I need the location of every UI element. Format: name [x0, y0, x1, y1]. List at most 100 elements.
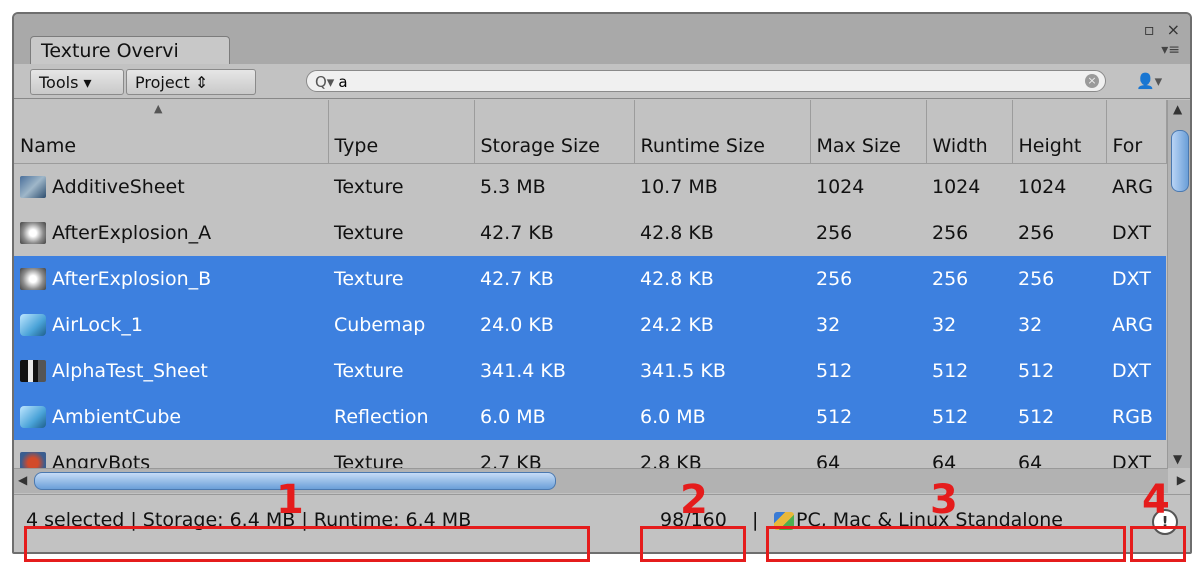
cell-runtime: 42.8 KB — [634, 256, 810, 302]
cell-max: 32 — [810, 302, 926, 348]
cell-max: 512 — [810, 394, 926, 440]
cell-width: 32 — [926, 302, 1012, 348]
column-header-4[interactable]: Max Size — [810, 100, 927, 164]
cell-name: AdditiveSheet — [14, 164, 328, 211]
asset-name: AirLock_1 — [52, 313, 144, 336]
window-buttons: ▫ × — [1132, 20, 1180, 39]
sheet-icon — [20, 176, 46, 199]
explosion-icon — [20, 222, 46, 245]
column-header-0[interactable]: Name ▲ — [14, 100, 329, 164]
table-row[interactable]: AfterExplosion_B Texture 42.7 KB 42.8 KB 256… — [14, 256, 1166, 302]
cell-type: Texture — [328, 256, 474, 302]
cell-storage: 42.7 KB — [480, 222, 554, 244]
cell-height: 512 — [1012, 394, 1106, 440]
cubemap-icon — [20, 314, 46, 337]
column-header-2[interactable]: Storage Size — [474, 100, 635, 164]
cell-width: 1024 — [932, 176, 981, 198]
scroll-up-icon[interactable]: ▲ — [1173, 102, 1182, 116]
callout-label-2: 2 — [680, 477, 708, 523]
tab-bar: Texture Overvi ▫ × ▾≡ — [14, 14, 1190, 64]
cell-max: 256 — [810, 256, 926, 302]
cell-max: 1024 — [816, 176, 865, 198]
table-row[interactable]: AirLock_1 Cubemap 24.0 KB 24.2 KB 32 32 32 ARG — [14, 302, 1166, 348]
cell-height: 256 — [1018, 222, 1055, 244]
callout-box-2 — [640, 526, 746, 562]
table-row[interactable]: AmbientCube Reflection 6.0 MB 6.0 MB 512 512 5… — [14, 394, 1166, 440]
texture-overview-window: Texture Overvi ▫ × ▾≡ Tools ▾ Project ⇕ Q… — [12, 12, 1192, 554]
column-header-5[interactable]: Width — [926, 100, 1013, 164]
asset-name: AfterExplosion_A — [52, 221, 212, 244]
cell-max: 512 — [810, 348, 926, 394]
cell-runtime: 42.8 KB — [640, 222, 714, 244]
cell-height: 256 — [1012, 256, 1106, 302]
cell-runtime: 6.0 MB — [634, 394, 810, 440]
table-row[interactable]: AfterExplosion_A Texture 42.7 KB 42.8 KB 256… — [14, 210, 1166, 256]
cell-format: ARG — [1106, 302, 1166, 348]
cell-width: 512 — [926, 394, 1012, 440]
alpha-sheet-icon — [20, 360, 46, 383]
cell-format: ARG — [1112, 176, 1153, 198]
cell-format: RGB — [1106, 394, 1166, 440]
asset-name: AmbientCube — [52, 405, 182, 428]
cell-height: 512 — [1012, 348, 1106, 394]
cell-type: Cubemap — [328, 302, 474, 348]
explosion-icon — [20, 268, 46, 291]
clear-search-icon[interactable]: × — [1085, 74, 1099, 88]
scroll-down-icon[interactable]: ▼ — [1173, 452, 1182, 466]
callout-label-4: 4 — [1142, 477, 1170, 523]
column-header-1[interactable]: Type — [328, 100, 475, 164]
asset-name: AfterExplosion_B — [52, 267, 212, 290]
callout-label-3: 3 — [930, 477, 958, 523]
cell-type: Texture — [334, 176, 404, 198]
cell-width: 512 — [926, 348, 1012, 394]
cell-name: AlphaTest_Sheet — [14, 348, 328, 394]
cell-width: 256 — [932, 222, 969, 244]
column-header-6[interactable]: Height — [1012, 100, 1107, 164]
cell-name: AirLock_1 — [14, 302, 328, 348]
scroll-right-icon[interactable]: ▶ — [1177, 473, 1186, 487]
tools-dropdown[interactable]: Tools ▾ — [30, 69, 124, 95]
toolbar: Tools ▾ Project ⇕ Q▾ a × 👤▾ — [14, 64, 1190, 99]
callout-label-1: 1 — [276, 477, 304, 523]
close-icon[interactable]: × — [1167, 20, 1180, 39]
search-field[interactable]: Q▾ a × — [306, 70, 1106, 92]
cell-runtime: 341.5 KB — [634, 348, 810, 394]
callout-box-3 — [766, 526, 1126, 562]
cell-height: 32 — [1012, 302, 1106, 348]
cell-name: AfterExplosion_B — [14, 256, 328, 302]
table-row[interactable]: AlphaTest_Sheet Texture 341.4 KB 341.5 KB 51… — [14, 348, 1166, 394]
tab-texture-overview[interactable]: Texture Overvi — [30, 36, 230, 64]
asset-name: AlphaTest_Sheet — [52, 359, 208, 382]
column-header-7[interactable]: For — [1106, 100, 1167, 164]
cubemap-icon — [20, 406, 46, 429]
vertical-scrollbar[interactable]: ▲ ▼ — [1167, 100, 1190, 468]
cell-height: 1024 — [1018, 176, 1067, 198]
cell-type: Reflection — [328, 394, 474, 440]
minimize-icon[interactable]: ▫ — [1144, 20, 1155, 39]
project-dropdown[interactable]: Project ⇕ — [126, 69, 256, 95]
cell-storage: 24.0 KB — [474, 302, 634, 348]
status-separator: | — [752, 509, 759, 531]
menu-icon[interactable]: ▾≡ — [1161, 42, 1180, 58]
table-row[interactable]: AdditiveSheet Texture 5.3 MB 10.7 MB 1024 102… — [14, 164, 1166, 211]
search-icon[interactable]: Q▾ — [315, 73, 334, 91]
asset-name: AdditiveSheet — [52, 175, 185, 198]
cell-format: DXT — [1106, 348, 1166, 394]
search-input[interactable]: a — [338, 73, 347, 91]
column-header-3[interactable]: Runtime Size — [634, 100, 811, 164]
vertical-scroll-thumb[interactable] — [1171, 130, 1189, 192]
header-row: Name ▲ Type Storage Size Runtime Size Max Siz… — [14, 100, 1167, 164]
cell-max: 256 — [816, 222, 853, 244]
sort-ascending-icon: ▲ — [154, 102, 163, 115]
cell-format: DXT — [1112, 222, 1151, 244]
user-filter-icon[interactable]: 👤▾ — [1136, 69, 1182, 93]
cell-name: AmbientCube — [14, 394, 328, 440]
cell-width: 256 — [926, 256, 1012, 302]
horizontal-scrollbar[interactable]: ◀ ▶ — [14, 468, 1186, 493]
callout-box-4 — [1130, 526, 1186, 562]
cell-storage: 5.3 MB — [480, 176, 546, 198]
cell-type: Texture — [328, 348, 474, 394]
scroll-left-icon[interactable]: ◀ — [18, 473, 27, 487]
cell-format: DXT — [1106, 256, 1166, 302]
cell-runtime: 10.7 MB — [640, 176, 718, 198]
